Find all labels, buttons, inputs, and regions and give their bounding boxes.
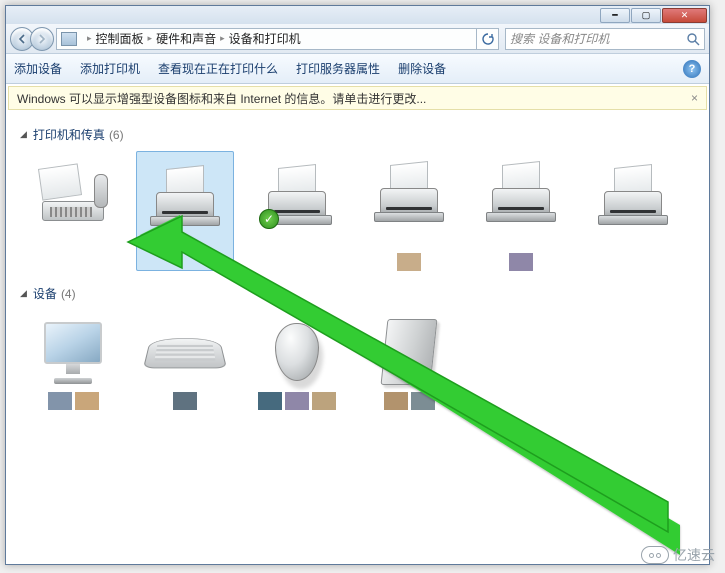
add-printer-button[interactable]: 添加打印机 bbox=[80, 60, 140, 77]
titlebar: ━ ▢ ✕ bbox=[6, 6, 709, 24]
close-button[interactable]: ✕ bbox=[662, 8, 707, 23]
chevron-right-icon: ▸ bbox=[87, 33, 92, 44]
color-swatch bbox=[397, 253, 421, 271]
remove-device-button[interactable]: 删除设备 bbox=[398, 60, 446, 77]
toolbar: 添加设备 添加打印机 查看现在正在打印什么 打印服务器属性 删除设备 ? bbox=[6, 54, 709, 84]
keyboard-icon bbox=[143, 338, 227, 368]
help-icon[interactable]: ? bbox=[683, 60, 701, 78]
printer-icon bbox=[486, 163, 556, 218]
color-swatch bbox=[285, 392, 309, 410]
info-text: Windows 可以显示增强型设备图标和来自 Internet 的信息。请单击进… bbox=[17, 90, 426, 107]
group-count: (6) bbox=[109, 128, 124, 142]
group-title: 设备 bbox=[33, 285, 57, 302]
pc-icon bbox=[61, 32, 77, 46]
default-check-icon: ✓ bbox=[259, 209, 279, 229]
device-printer[interactable] bbox=[360, 151, 458, 271]
search-icon bbox=[686, 32, 700, 46]
device-printer[interactable] bbox=[584, 151, 682, 271]
chevron-right-icon: ▸ bbox=[148, 33, 153, 44]
group-printers-header[interactable]: ◢ 打印机和传真 (6) bbox=[20, 126, 695, 143]
window: ━ ▢ ✕ ▸ 控制面板 ▸ 硬件和声音 ▸ 设备和打印机 搜索 设备和打印机 bbox=[5, 5, 710, 565]
group-count: (4) bbox=[61, 287, 76, 301]
search-placeholder: 搜索 设备和打印机 bbox=[510, 30, 609, 47]
devices-items bbox=[24, 310, 695, 430]
device-fax[interactable] bbox=[24, 151, 122, 271]
watermark-text: 亿速云 bbox=[673, 545, 715, 565]
watermark: 亿速云 bbox=[641, 545, 715, 565]
mouse-icon bbox=[275, 323, 319, 381]
printers-items: ✓ bbox=[24, 151, 695, 271]
device-printer-default[interactable]: ✓ bbox=[248, 151, 346, 271]
view-queue-button[interactable]: 查看现在正在打印什么 bbox=[158, 60, 278, 77]
add-device-button[interactable]: 添加设备 bbox=[14, 60, 62, 77]
monitor-icon bbox=[38, 320, 108, 384]
color-swatch bbox=[509, 253, 533, 271]
device-mouse[interactable] bbox=[248, 310, 346, 430]
color-swatch bbox=[258, 392, 282, 410]
collapse-icon: ◢ bbox=[20, 129, 27, 140]
color-swatch bbox=[75, 392, 99, 410]
color-swatch bbox=[48, 392, 72, 410]
group-devices-header[interactable]: ◢ 设备 (4) bbox=[20, 285, 695, 302]
navbar: ▸ 控制面板 ▸ 硬件和声音 ▸ 设备和打印机 搜索 设备和打印机 bbox=[6, 24, 709, 54]
server-props-button[interactable]: 打印服务器属性 bbox=[296, 60, 380, 77]
printer-icon bbox=[598, 166, 668, 221]
color-swatch bbox=[312, 392, 336, 410]
drive-icon bbox=[381, 319, 438, 385]
minimize-button[interactable]: ━ bbox=[600, 8, 630, 23]
fax-icon bbox=[38, 166, 108, 221]
device-keyboard[interactable] bbox=[136, 310, 234, 430]
color-swatch bbox=[411, 392, 435, 410]
breadcrumb-l3[interactable]: 设备和打印机 bbox=[229, 30, 301, 47]
info-bar[interactable]: Windows 可以显示增强型设备图标和来自 Internet 的信息。请单击进… bbox=[8, 86, 707, 110]
chevron-right-icon: ▸ bbox=[220, 33, 225, 44]
device-drive[interactable] bbox=[360, 310, 458, 430]
color-swatch bbox=[384, 392, 408, 410]
address-bar[interactable]: ▸ 控制面板 ▸ 硬件和声音 ▸ 设备和打印机 bbox=[56, 28, 477, 50]
device-printer-selected[interactable] bbox=[136, 151, 234, 271]
forward-button[interactable] bbox=[30, 27, 54, 51]
info-close-icon[interactable]: × bbox=[691, 91, 698, 105]
device-monitor[interactable] bbox=[24, 310, 122, 430]
color-swatch bbox=[173, 392, 197, 410]
watermark-logo-icon bbox=[641, 546, 669, 564]
refresh-button[interactable] bbox=[477, 28, 499, 50]
content: ◢ 打印机和传真 (6) ✓ bbox=[6, 112, 709, 438]
search-input[interactable]: 搜索 设备和打印机 bbox=[505, 28, 705, 50]
printer-icon bbox=[374, 163, 444, 218]
maximize-button[interactable]: ▢ bbox=[631, 8, 661, 23]
group-title: 打印机和传真 bbox=[33, 126, 105, 143]
breadcrumb-l1[interactable]: 控制面板 bbox=[96, 30, 144, 47]
device-printer[interactable] bbox=[472, 151, 570, 271]
nav-arrows bbox=[10, 27, 50, 51]
printer-icon bbox=[150, 167, 220, 222]
breadcrumb-l2[interactable]: 硬件和声音 bbox=[156, 30, 216, 47]
collapse-icon: ◢ bbox=[20, 288, 27, 299]
